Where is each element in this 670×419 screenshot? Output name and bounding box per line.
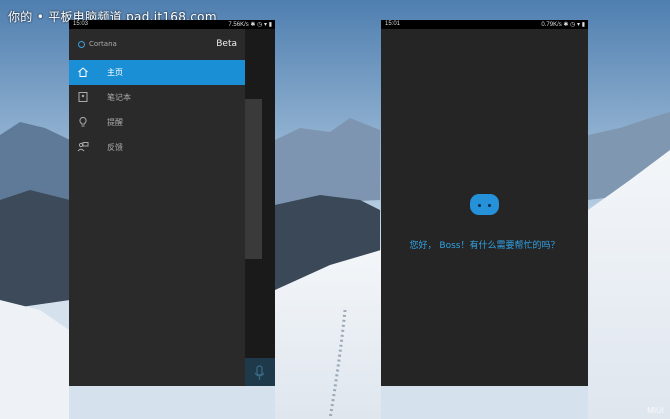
feedback-icon <box>77 142 89 152</box>
greeting-text: 您好， Boss！有什么需要帮忙的吗？ <box>409 241 560 251</box>
content-card-peek <box>245 99 262 259</box>
right-phone-screen: 15:01 0.79K/s ✱ ◷ ▾ ▮ 您好， Boss！有什么需要帮忙的吗… <box>381 20 588 386</box>
status-speed: 7.56K/s ✱ ◷ ▾ ▮ <box>228 22 272 28</box>
status-bar: 15:01 0.79K/s ✱ ◷ ▾ ▮ <box>381 20 588 29</box>
miui-mark: MIUI <box>647 406 664 415</box>
status-bar: 15:03 7.56K/s ✱ ◷ ▾ ▮ <box>69 20 275 29</box>
status-time: 15:03 <box>73 21 89 27</box>
notebook-icon <box>78 92 88 102</box>
nav-item-notebook[interactable]: 笔记本 <box>69 85 245 110</box>
status-speed: 0.79K/s ✱ ◷ ▾ ▮ <box>541 22 585 28</box>
right-eye <box>488 204 491 207</box>
navigation-drawer: Cortana Beta 主页 笔记本 提醒 反馈 <box>69 29 245 386</box>
cortana-face-icon <box>470 194 499 215</box>
status-time: 15:01 <box>385 21 401 27</box>
nav-item-label: 主页 <box>107 68 123 77</box>
drawer-header: Cortana Beta <box>69 29 245 60</box>
beta-badge: Beta <box>216 39 237 49</box>
nav-item-reminders[interactable]: 提醒 <box>69 110 245 135</box>
left-phone-screen: 15:03 7.56K/s ✱ ◷ ▾ ▮ Cortana Beta 主页 笔记… <box>69 20 275 386</box>
main-content-peek[interactable] <box>245 29 275 386</box>
cortana-logo-icon <box>78 41 85 48</box>
left-eye <box>478 204 481 207</box>
nav-item-label: 反馈 <box>107 143 123 152</box>
mic-icon <box>254 365 265 380</box>
mic-button-peek[interactable] <box>245 358 275 386</box>
nav-item-label: 笔记本 <box>107 93 131 102</box>
nav-item-label: 提醒 <box>107 118 123 127</box>
home-icon <box>78 67 88 77</box>
nav-item-home[interactable]: 主页 <box>69 60 245 85</box>
nav-item-feedback[interactable]: 反馈 <box>69 135 245 160</box>
lightbulb-icon <box>79 116 87 127</box>
app-name: Cortana <box>89 40 117 48</box>
